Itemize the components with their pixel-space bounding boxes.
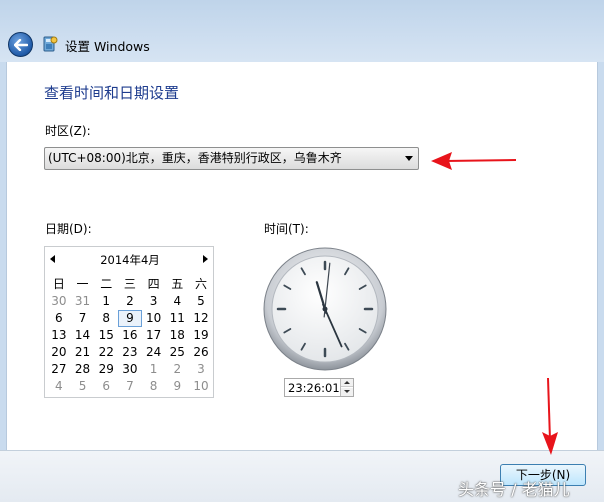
back-arrow-icon (13, 38, 28, 51)
calendar-day[interactable]: 25 (165, 344, 189, 361)
calendar-week-row: 30 31 1 2 3 4 5 (47, 293, 213, 310)
calendar-weekday: 四 (147, 277, 160, 291)
calendar-day[interactable]: 4 (47, 378, 71, 395)
calendar-day[interactable]: 19 (189, 327, 213, 344)
calendar-day[interactable]: 28 (71, 361, 95, 378)
calendar-day-selected[interactable]: 9 (118, 310, 142, 327)
title-bar: 设置 Windows (0, 0, 604, 62)
calendar-day[interactable]: 5 (71, 378, 95, 395)
calendar-day[interactable]: 2 (118, 293, 142, 310)
calendar: 2014年4月 日一二三四五六 30 31 1 2 3 4 5 6 7 8 9 10 11 12 13 14 15… (44, 246, 214, 398)
calendar-weekday: 日 (52, 277, 65, 291)
calendar-day[interactable]: 2 (165, 361, 189, 378)
timezone-value: (UTC+08:00)北京，重庆，香港特别行政区，乌鲁木齐 (48, 151, 342, 165)
calendar-day[interactable]: 21 (71, 344, 95, 361)
calendar-day[interactable]: 17 (142, 327, 166, 344)
spin-up-button[interactable] (341, 379, 353, 387)
calendar-day[interactable]: 30 (47, 293, 71, 310)
calendar-day[interactable]: 3 (142, 293, 166, 310)
time-spinner[interactable] (340, 379, 353, 396)
calendar-day[interactable]: 15 (94, 327, 118, 344)
spin-down-button[interactable] (341, 388, 353, 396)
setup-icon (43, 36, 58, 52)
calendar-day[interactable]: 18 (165, 327, 189, 344)
timezone-select[interactable]: (UTC+08:00)北京，重庆，香港特别行政区，乌鲁木齐 (44, 147, 419, 170)
calendar-day[interactable]: 16 (118, 327, 142, 344)
calendar-day[interactable]: 8 (142, 378, 166, 395)
content-area: 查看时间和日期设置 时区(Z): (UTC+08:00)北京，重庆，香港特别行政… (6, 62, 598, 450)
calendar-day[interactable]: 30 (118, 361, 142, 378)
calendar-day[interactable]: 7 (118, 378, 142, 395)
calendar-day[interactable]: 3 (189, 361, 213, 378)
calendar-week-row: 4 5 6 7 8 9 10 (47, 378, 213, 395)
calendar-day[interactable]: 31 (71, 293, 95, 310)
calendar-day[interactable]: 27 (47, 361, 71, 378)
calendar-day[interactable]: 8 (94, 310, 118, 327)
calendar-day[interactable]: 10 (189, 378, 213, 395)
calendar-day[interactable]: 1 (142, 361, 166, 378)
calendar-day[interactable]: 24 (142, 344, 166, 361)
next-month-button[interactable] (203, 255, 208, 263)
analog-clock (263, 247, 387, 371)
calendar-week-row: 20 21 22 23 24 25 26 (47, 344, 213, 361)
calendar-day[interactable]: 7 (71, 310, 95, 327)
calendar-day[interactable]: 12 (189, 310, 213, 327)
calendar-weekday: 六 (194, 277, 207, 291)
calendar-day[interactable]: 29 (94, 361, 118, 378)
time-input[interactable]: 23:26:01 (284, 378, 354, 397)
calendar-day[interactable]: 20 (47, 344, 71, 361)
page-title: 查看时间和日期设置 (44, 84, 180, 102)
calendar-week-row: 27 28 29 30 1 2 3 (47, 361, 213, 378)
calendar-month-title[interactable]: 2014年4月 (45, 252, 215, 268)
time-value[interactable]: 23:26:01 (288, 381, 340, 395)
chevron-down-icon (405, 156, 413, 161)
calendar-day[interactable]: 6 (94, 378, 118, 395)
back-button[interactable] (8, 32, 33, 57)
calendar-weekday: 一 (76, 277, 89, 291)
calendar-day[interactable]: 13 (47, 327, 71, 344)
calendar-day[interactable]: 14 (71, 327, 95, 344)
calendar-grid: 日一二三四五六 30 31 1 2 3 4 5 6 7 8 9 10 11 12 13 14 15 16 17 18 19… (47, 276, 213, 395)
calendar-weekday-row: 日一二三四五六 (47, 276, 213, 293)
calendar-week-row: 6 7 8 9 10 11 12 (47, 310, 213, 327)
window-title: 设置 Windows (65, 39, 150, 54)
time-label: 时间(T): (264, 222, 309, 236)
calendar-weekday: 三 (123, 277, 136, 291)
calendar-day[interactable]: 10 (142, 310, 166, 327)
date-label: 日期(D): (45, 222, 92, 236)
calendar-weekday: 五 (171, 277, 184, 291)
calendar-day[interactable]: 11 (165, 310, 189, 327)
calendar-day[interactable]: 9 (165, 378, 189, 395)
calendar-day[interactable]: 23 (118, 344, 142, 361)
timezone-label: 时区(Z): (45, 124, 91, 138)
calendar-weekday: 二 (100, 277, 113, 291)
clock-center (322, 306, 328, 312)
calendar-day[interactable]: 4 (165, 293, 189, 310)
calendar-week-row: 13 14 15 16 17 18 19 (47, 327, 213, 344)
calendar-day[interactable]: 22 (94, 344, 118, 361)
calendar-day[interactable]: 5 (189, 293, 213, 310)
calendar-day[interactable]: 6 (47, 310, 71, 327)
calendar-day[interactable]: 26 (189, 344, 213, 361)
watermark: 头条号 / 老猫儿 (458, 480, 570, 499)
calendar-day[interactable]: 1 (94, 293, 118, 310)
